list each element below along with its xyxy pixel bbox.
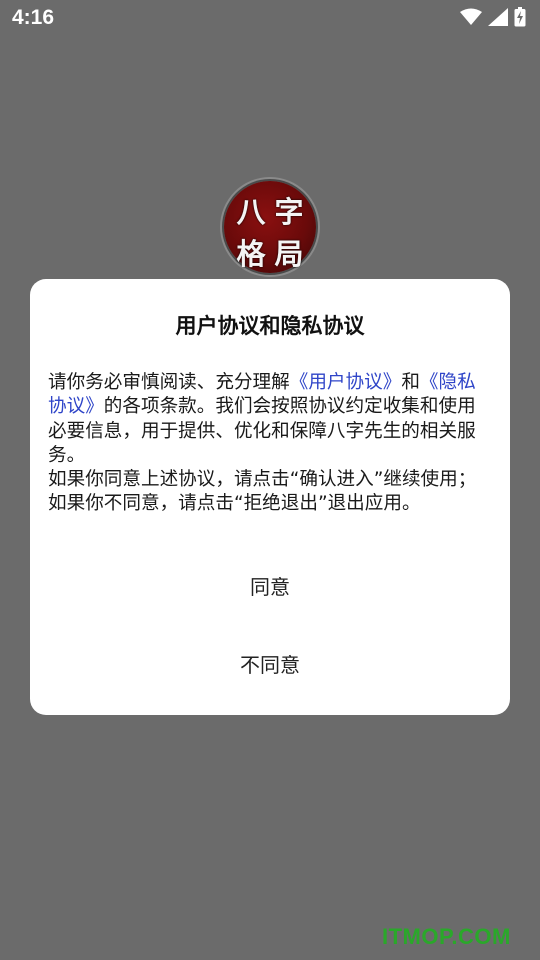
watermark: ITMOP.COM: [382, 924, 511, 949]
agreement-dialog: 用户协议和隐私协议 请你务必审慎阅读、充分理解《用户协议》和《隐私协议》的各项条…: [30, 279, 510, 715]
body-text: 的各项条款。我们会按照协议约定收集和使用必要信息，用于提供、优化和保障八字先生的…: [48, 396, 476, 466]
agreement-paragraph: 请你务必审慎阅读、充分理解《用户协议》和《隐私协议》的各项条款。我们会按照协议约…: [48, 371, 494, 468]
body-text: 和: [401, 372, 420, 393]
user-agreement-link[interactable]: 《用户协议》: [290, 372, 402, 393]
status-icons: [460, 7, 526, 27]
dialog-title: 用户协议和隐私协议: [175, 314, 365, 338]
signal-icon: [488, 8, 508, 26]
status-time: 4:16: [12, 6, 55, 29]
logo-char: 格: [236, 237, 266, 271]
status-bar: 4:16: [0, 0, 540, 36]
disagree-button[interactable]: 不同意: [30, 651, 510, 679]
consent-paragraph: 如果你同意上述协议，请点击“确认进入”继续使用；如果你不同意，请点击“拒绝退出”…: [48, 469, 477, 515]
agree-button[interactable]: 同意: [30, 573, 510, 601]
dialog-body: 请你务必审慎阅读、充分理解《用户协议》和《隐私协议》的各项条款。我们会按照协议约…: [48, 371, 494, 517]
body-text: 请你务必审慎阅读、充分理解: [48, 372, 290, 393]
wifi-icon: [460, 8, 482, 25]
battery-icon: [514, 7, 526, 27]
logo-char: 字: [274, 195, 304, 229]
logo-char: 局: [274, 237, 304, 271]
logo-char: 八: [236, 195, 266, 229]
app-logo: 八 字 格 局: [224, 181, 316, 273]
